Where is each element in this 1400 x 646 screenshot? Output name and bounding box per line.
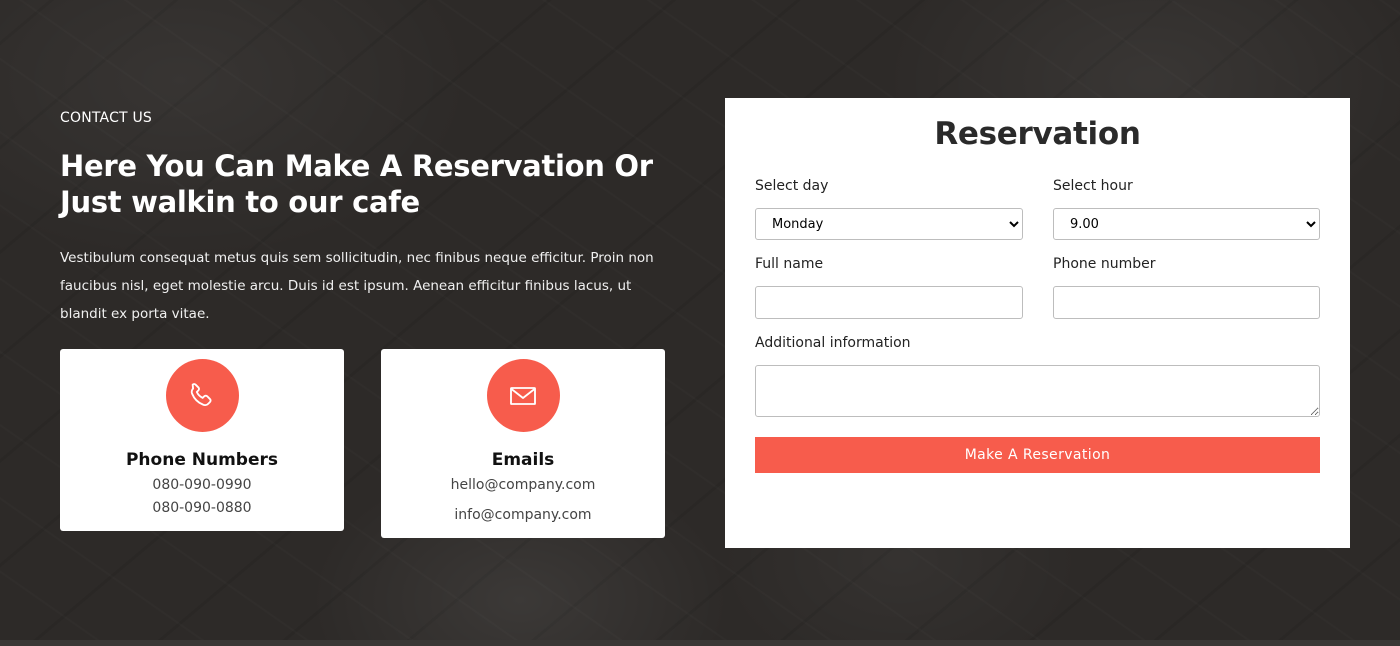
section-eyebrow: CONTACT US [60,110,152,126]
phone-number-input[interactable] [1053,286,1320,319]
full-name-input[interactable] [755,286,1023,319]
phone-icon [165,359,239,432]
envelope-icon [486,359,560,432]
email-address-2[interactable]: info@company.com [381,504,665,527]
phone-card: Phone Numbers 080-090-0990 080-090-0880 [60,349,344,531]
select-hour-label: Select hour [1053,178,1133,194]
make-reservation-button[interactable]: Make A Reservation [755,437,1320,473]
section-divider [0,640,1400,646]
additional-info-label: Additional information [755,335,911,351]
email-card-title: Emails [491,450,555,470]
select-day-label: Select day [755,178,829,194]
section-description: Vestibulum consequat metus quis sem soll… [60,250,654,322]
phone-card-title: Phone Numbers [125,450,279,470]
reservation-form: Reservation Select day Monday Select hou… [725,98,1350,548]
phone-number-2: 080-090-0880 [152,500,252,516]
form-title: Reservation [934,116,1141,152]
phone-number-1: 080-090-0990 [152,477,252,493]
section-headline: Here You Can Make A Reservation Or Just … [60,149,653,219]
email-card: Emails hello@company.com info@company.co… [381,349,665,538]
select-day-dropdown[interactable]: Monday [755,208,1023,240]
phone-number-label: Phone number [1053,256,1156,272]
contact-intro: CONTACT US Here You Can Make A Reservati… [60,110,665,328]
select-hour-dropdown[interactable]: 9.00 [1053,208,1320,240]
email-address-1[interactable]: hello@company.com [381,474,665,497]
additional-info-textarea[interactable] [755,365,1320,417]
full-name-label: Full name [755,256,824,272]
